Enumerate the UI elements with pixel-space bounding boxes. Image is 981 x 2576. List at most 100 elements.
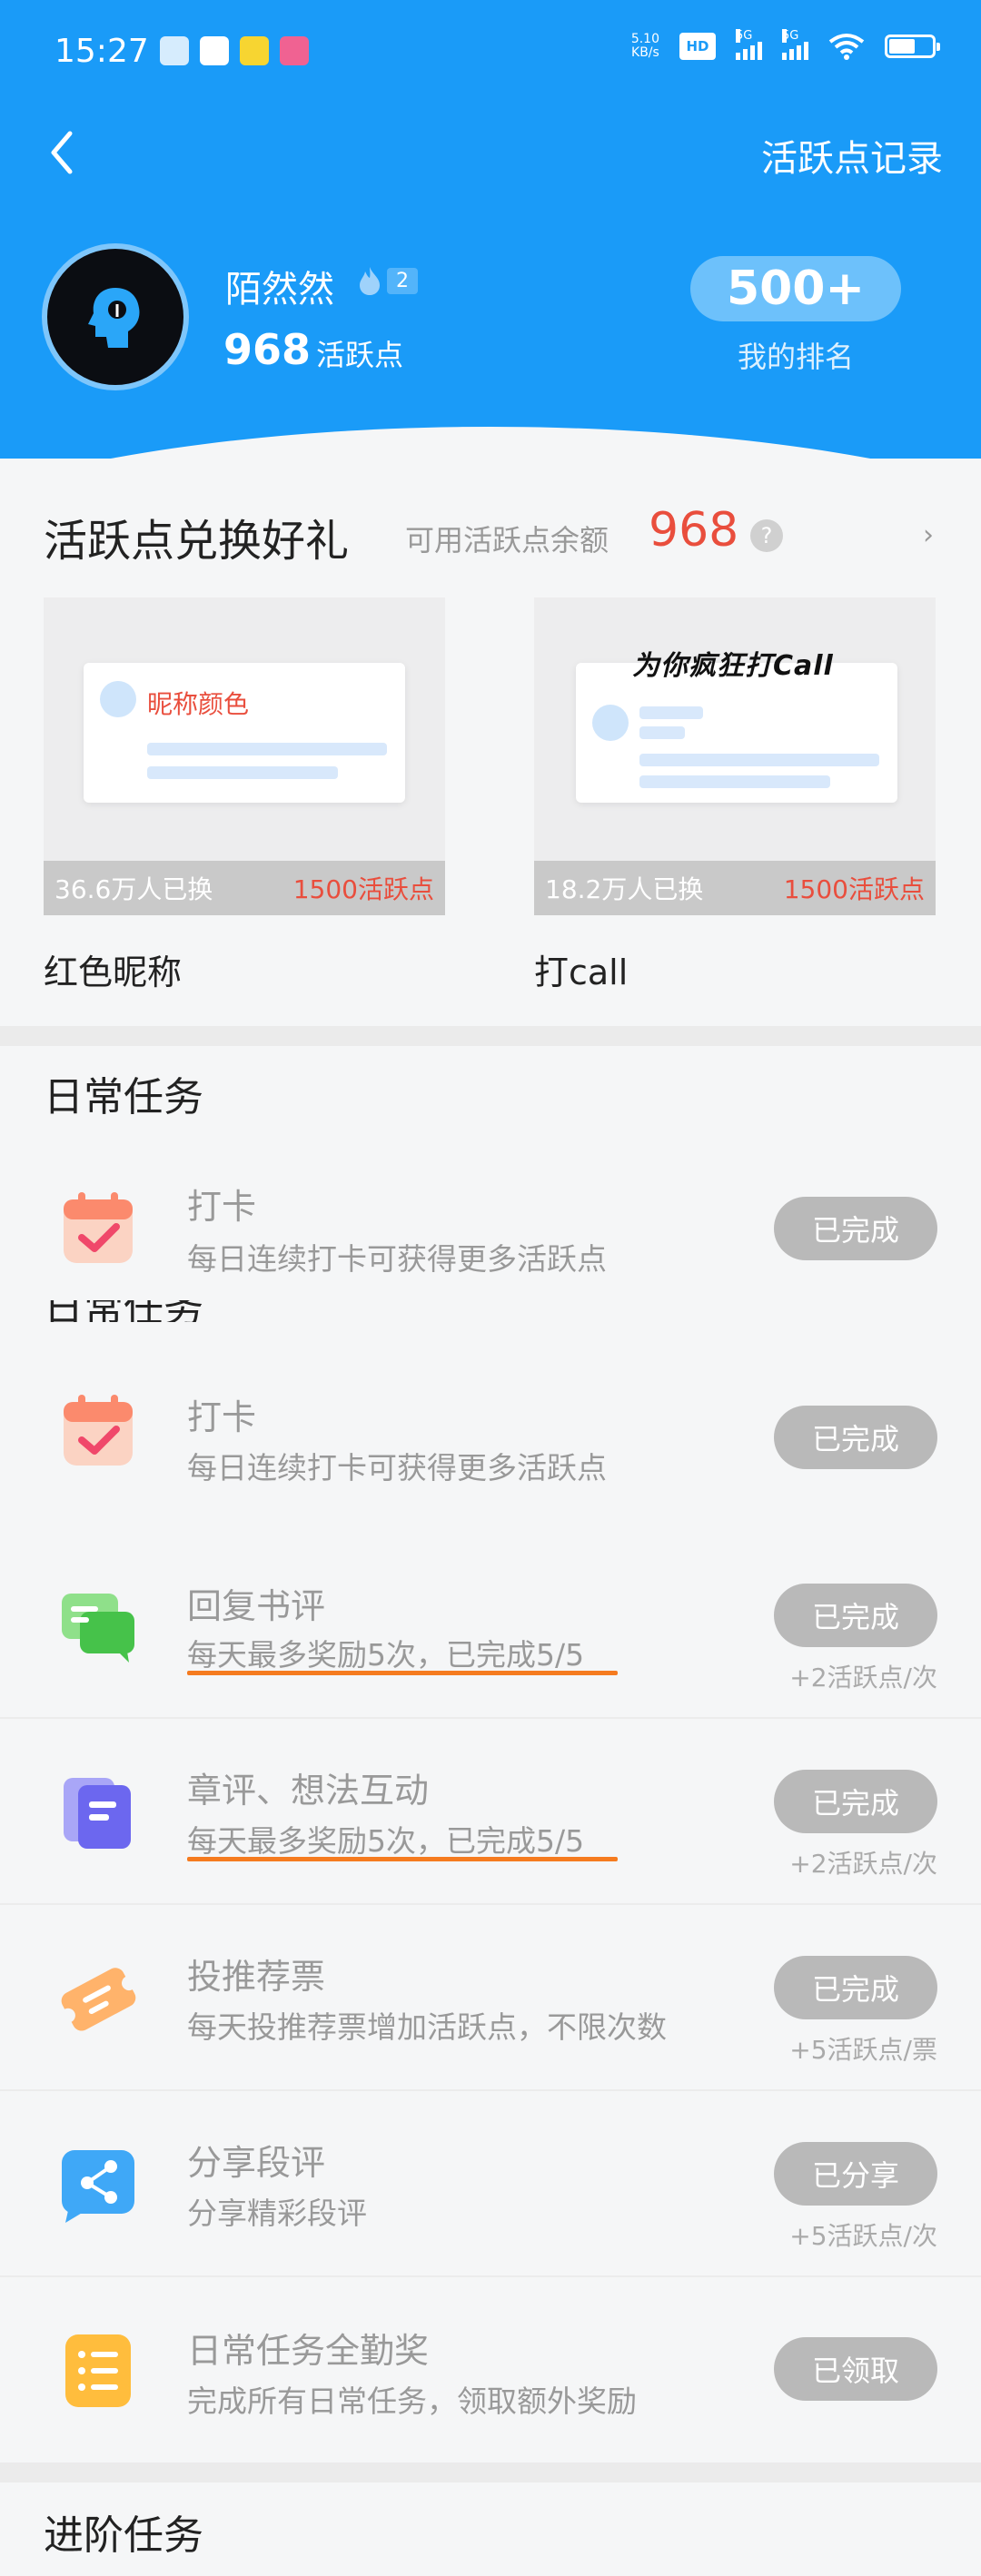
task-status-button[interactable]: 已完成 [774, 1197, 937, 1260]
back-button[interactable] [38, 125, 84, 180]
section-divider [0, 2462, 981, 2482]
gift-cost: 1500活跃点 [783, 874, 925, 904]
shop-app-icon [280, 36, 309, 65]
placeholder-bar [639, 754, 879, 766]
task-desc: 每日连续打卡可获得更多活跃点 [187, 1450, 607, 1485]
task-status-button[interactable]: 已完成 [774, 1406, 937, 1469]
battery-icon [885, 35, 940, 58]
activity-records-link[interactable]: 活跃点记录 [761, 129, 943, 182]
hd-icon: HD [679, 33, 716, 60]
task-status-button[interactable]: 已完成 [774, 1956, 937, 2019]
placeholder-bar [147, 766, 338, 779]
status-bar: 15:27 5.10 KB/s HD 5G 5G [0, 0, 981, 109]
task-name: 章评、想法互动 [187, 1771, 430, 1811]
level-badge: 2 [356, 265, 418, 296]
gift-card-red-nickname[interactable]: 昵称颜色 36.6万人已换 1500活跃点 [44, 597, 445, 915]
calendar-check-icon [64, 1394, 133, 1466]
avatar-placeholder [100, 681, 136, 717]
task-checkin: 打卡 每日连续打卡可获得更多活跃点 已完成 [0, 1133, 981, 1324]
task-status-button[interactable]: 已分享 [774, 2142, 937, 2206]
task-reward: +2活跃点/次 [789, 1849, 937, 1879]
task-full-attendance: 日常任务全勤奖 完成所有日常任务，领取额外奖励 已领取 [0, 2277, 981, 2463]
gift-cost: 1500活跃点 [292, 874, 434, 904]
daily-tasks-title: 日常任务 [44, 1074, 203, 1120]
highlight-underline [187, 1857, 618, 1861]
status-time: 15:27 [54, 33, 149, 70]
task-name: 日常任务全勤奖 [187, 2331, 430, 2371]
gift-name[interactable]: 打call [534, 944, 628, 994]
task-name: 回复书评 [187, 1586, 326, 1626]
signal-5g-icon-2: 5G [782, 29, 808, 60]
task-name: 分享段评 [187, 2143, 326, 2183]
daily-tasks-title-ghost: 日常任务 [44, 1300, 316, 1322]
chat-bubbles-icon [62, 1593, 134, 1663]
list-icon [65, 2334, 131, 2407]
ghost-title-text: 日常任务 [44, 1300, 203, 1322]
placeholder-bar [639, 726, 685, 739]
task-recommend-vote: 投推荐票 每天投推荐票增加活跃点，不限次数 已完成 +5活跃点/票 [0, 1905, 981, 2091]
network-speed-unit: KB/s [631, 45, 659, 60]
note-stack-icon [64, 1777, 131, 1849]
network-speed-value: 5.10 [630, 32, 659, 46]
calendar-check-icon [64, 1192, 133, 1263]
gift-footer: 36.6万人已换 1500活跃点 [44, 861, 445, 915]
task-desc: 分享精彩段评 [187, 2196, 367, 2231]
gift-preview: 昵称颜色 [84, 663, 405, 803]
task-desc: 每天最多奖励5次，已完成5/5 [187, 1637, 585, 1673]
balance-value: 968 [649, 503, 739, 558]
gift-card-call[interactable]: 为你疯狂打Call 18.2万人已换 1500活跃点 [534, 597, 936, 915]
placeholder-bar [639, 775, 830, 788]
task-chapter-comment: 章评、想法互动 每天最多奖励5次，已完成5/5 已完成 +2活跃点/次 [0, 1719, 981, 1905]
task-reply-review: 回复书评 每天最多奖励5次，已完成5/5 已完成 +2活跃点/次 [0, 1533, 981, 1719]
task-share-comment: 分享段评 分享精彩段评 已分享 +5活跃点/次 [0, 2091, 981, 2277]
avatar[interactable] [42, 243, 189, 390]
pear-app-icon [240, 36, 269, 65]
text-app-icon [200, 36, 229, 65]
help-icon[interactable]: ? [750, 519, 783, 552]
task-desc: 每日连续打卡可获得更多活跃点 [187, 1241, 607, 1277]
task-status-button[interactable]: 已领取 [774, 2337, 937, 2401]
level-number: 2 [387, 267, 418, 294]
task-reward: +5活跃点/票 [789, 2035, 937, 2065]
placeholder-bar [639, 706, 703, 719]
gift-exchange-count: 36.6万人已换 [54, 874, 213, 904]
gift-footer: 18.2万人已换 1500活跃点 [534, 861, 936, 915]
wifi-icon [828, 34, 865, 60]
gift-preview-text: 昵称颜色 [147, 689, 250, 719]
task-desc: 每天投推荐票增加活跃点，不限次数 [187, 2009, 667, 2045]
flame-icon [360, 267, 380, 295]
network-speed: 5.10 KB/s [631, 33, 659, 60]
chevron-right-icon[interactable]: › [923, 519, 934, 551]
gift-name[interactable]: 红色昵称 [44, 944, 182, 994]
ticket-icon [60, 1967, 137, 2031]
rank-label: 我的排名 [737, 340, 854, 374]
signal-label-2: 5G [782, 29, 799, 43]
gift-preview [576, 663, 897, 803]
signal-label: 5G [736, 29, 753, 43]
task-name: 投推荐票 [187, 1957, 326, 1997]
call-banner-text: 为你疯狂打Call [632, 650, 834, 682]
username: 陌然然 [225, 269, 334, 311]
task-status-button[interactable]: 已完成 [774, 1770, 937, 1833]
task-status-button[interactable]: 已完成 [774, 1584, 937, 1647]
points-label: 活跃点 [316, 338, 404, 372]
signal-5g-icon: 5G [736, 29, 762, 60]
chevron-left-icon [51, 131, 73, 174]
task-checkin: 打卡 每日连续打卡可获得更多活跃点 已完成 [0, 1342, 981, 1519]
points-value: 968 [223, 325, 312, 374]
status-indicators: 5.10 KB/s HD 5G 5G [631, 29, 940, 60]
balance-label: 可用活跃点余额 [405, 523, 609, 558]
share-icon [62, 2149, 134, 2223]
task-name: 打卡 [187, 1397, 257, 1437]
placeholder-bar [147, 743, 387, 755]
cloud-app-icon [160, 36, 189, 65]
exchange-title: 活跃点兑换好礼 [44, 516, 350, 567]
task-reward: +5活跃点/次 [789, 2221, 937, 2251]
task-reward: +2活跃点/次 [789, 1663, 937, 1693]
section-divider [0, 1026, 981, 1046]
rank-value[interactable]: 500+ [690, 256, 901, 321]
header: 15:27 5.10 KB/s HD 5G 5G 活跃点记录 陌然然 2 968… [0, 0, 981, 459]
highlight-underline [187, 1671, 618, 1675]
avatar-placeholder [592, 705, 629, 741]
task-name: 打卡 [187, 1187, 257, 1227]
